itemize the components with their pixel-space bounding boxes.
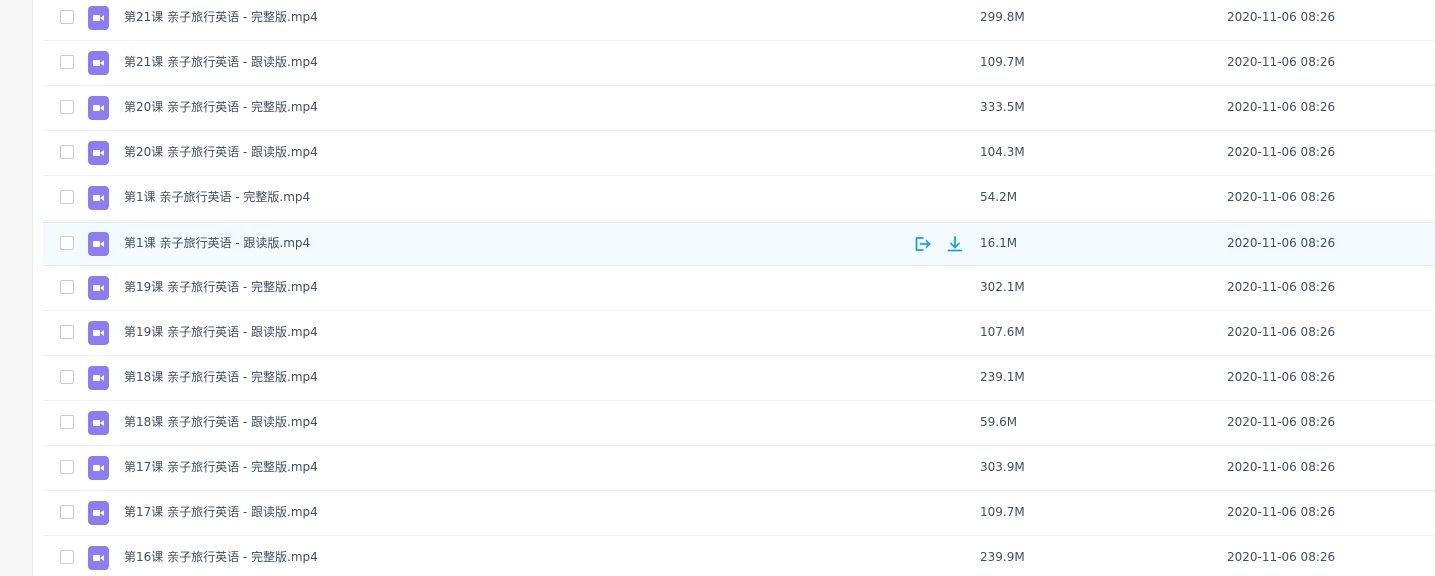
file-size: 107.6M — [980, 325, 1025, 339]
file-row[interactable]: 第17课 亲子旅行英语 - 完整版.mp4 303.9M 2020-11-06 08… — [43, 447, 1435, 491]
file-modified-date: 2020-11-06 08:26 — [1227, 236, 1336, 250]
file-size: 109.7M — [980, 505, 1025, 519]
row-checkbox[interactable] — [60, 415, 74, 429]
row-checkbox[interactable] — [60, 280, 74, 294]
file-row[interactable]: 第19课 亲子旅行英语 - 完整版.mp4 302.1M 2020-11-06 08… — [43, 267, 1435, 311]
row-checkbox[interactable] — [60, 10, 74, 24]
file-size: 302.1M — [980, 280, 1025, 294]
file-name[interactable]: 第20课 亲子旅行英语 - 完整版.mp4 — [124, 87, 318, 127]
file-name[interactable]: 第18课 亲子旅行英语 - 跟读版.mp4 — [124, 402, 318, 442]
video-file-icon — [88, 321, 109, 345]
file-row[interactable]: 第1课 亲子旅行英语 - 完整版.mp4 54.2M 2020-11-06 08:2… — [43, 177, 1435, 221]
file-name[interactable]: 第18课 亲子旅行英语 - 完整版.mp4 — [124, 357, 318, 397]
left-sidebar-rail — [0, 0, 33, 576]
file-list: 第21课 亲子旅行英语 - 完整版.mp4 299.8M 2020-11-06 08… — [43, 0, 1435, 576]
file-size: 54.2M — [980, 190, 1018, 204]
file-modified-date: 2020-11-06 08:26 — [1227, 10, 1336, 24]
share-icon[interactable] — [913, 235, 931, 253]
file-row[interactable]: 第21课 亲子旅行英语 - 完整版.mp4 299.8M 2020-11-06 08… — [43, 0, 1435, 41]
video-file-icon — [88, 546, 109, 570]
file-modified-date: 2020-11-06 08:26 — [1227, 280, 1336, 294]
file-row[interactable]: 第17课 亲子旅行英语 - 跟读版.mp4 109.7M 2020-11-06 08… — [43, 492, 1435, 536]
video-file-icon — [88, 96, 109, 120]
file-modified-date: 2020-11-06 08:26 — [1227, 415, 1336, 429]
file-name[interactable]: 第17课 亲子旅行英语 - 跟读版.mp4 — [124, 492, 318, 532]
file-name[interactable]: 第19课 亲子旅行英语 - 跟读版.mp4 — [124, 312, 318, 352]
video-file-icon — [88, 232, 109, 256]
file-row[interactable]: 第18课 亲子旅行英语 - 完整版.mp4 239.1M 2020-11-06 08… — [43, 357, 1435, 401]
file-size: 239.9M — [980, 550, 1025, 564]
file-name[interactable]: 第20课 亲子旅行英语 - 跟读版.mp4 — [124, 132, 318, 172]
file-size: 109.7M — [980, 55, 1025, 69]
file-row[interactable]: 第20课 亲子旅行英语 - 跟读版.mp4 104.3M 2020-11-06 08… — [43, 132, 1435, 176]
file-size: 104.3M — [980, 145, 1025, 159]
row-checkbox[interactable] — [60, 190, 74, 204]
file-name[interactable]: 第1课 亲子旅行英语 - 跟读版.mp4 — [124, 223, 310, 263]
file-row[interactable]: 第18课 亲子旅行英语 - 跟读版.mp4 59.6M 2020-11-06 08:… — [43, 402, 1435, 446]
file-modified-date: 2020-11-06 08:26 — [1227, 550, 1336, 564]
file-name[interactable]: 第17课 亲子旅行英语 - 完整版.mp4 — [124, 447, 318, 487]
file-modified-date: 2020-11-06 08:26 — [1227, 190, 1336, 204]
row-checkbox[interactable] — [60, 370, 74, 384]
row-checkbox[interactable] — [60, 145, 74, 159]
file-name[interactable]: 第1课 亲子旅行英语 - 完整版.mp4 — [124, 177, 310, 217]
video-file-icon — [88, 6, 109, 30]
file-size: 239.1M — [980, 370, 1025, 384]
row-checkbox[interactable] — [60, 236, 74, 250]
file-row[interactable]: 第16课 亲子旅行英语 - 完整版.mp4 239.9M 2020-11-06 08… — [43, 537, 1435, 576]
file-modified-date: 2020-11-06 08:26 — [1227, 325, 1336, 339]
file-modified-date: 2020-11-06 08:26 — [1227, 100, 1336, 114]
file-name[interactable]: 第19课 亲子旅行英语 - 完整版.mp4 — [124, 267, 318, 307]
row-checkbox[interactable] — [60, 100, 74, 114]
video-file-icon — [88, 501, 109, 525]
file-size: 16.1M — [980, 236, 1018, 250]
file-row[interactable]: 第19课 亲子旅行英语 - 跟读版.mp4 107.6M 2020-11-06 08… — [43, 312, 1435, 356]
row-checkbox[interactable] — [60, 325, 74, 339]
file-size: 303.9M — [980, 460, 1025, 474]
file-row[interactable]: 第1课 亲子旅行英语 - 跟读版.mp4 16.1M 2020-11-06 08:2… — [43, 222, 1435, 266]
file-name[interactable]: 第21课 亲子旅行英语 - 跟读版.mp4 — [124, 42, 318, 82]
row-checkbox[interactable] — [60, 55, 74, 69]
video-file-icon — [88, 276, 109, 300]
file-modified-date: 2020-11-06 08:26 — [1227, 55, 1336, 69]
file-modified-date: 2020-11-06 08:26 — [1227, 505, 1336, 519]
row-checkbox[interactable] — [60, 550, 74, 564]
video-file-icon — [88, 51, 109, 75]
file-modified-date: 2020-11-06 08:26 — [1227, 145, 1336, 159]
video-file-icon — [88, 456, 109, 480]
video-file-icon — [88, 141, 109, 165]
file-row[interactable]: 第20课 亲子旅行英语 - 完整版.mp4 333.5M 2020-11-06 08… — [43, 87, 1435, 131]
file-size: 59.6M — [980, 415, 1018, 429]
video-file-icon — [88, 411, 109, 435]
file-name[interactable]: 第21课 亲子旅行英语 - 完整版.mp4 — [124, 0, 318, 37]
row-checkbox[interactable] — [60, 505, 74, 519]
file-size: 299.8M — [980, 10, 1025, 24]
file-name[interactable]: 第16课 亲子旅行英语 - 完整版.mp4 — [124, 537, 318, 576]
file-modified-date: 2020-11-06 08:26 — [1227, 460, 1336, 474]
file-row[interactable]: 第21课 亲子旅行英语 - 跟读版.mp4 109.7M 2020-11-06 08… — [43, 42, 1435, 86]
video-file-icon — [88, 366, 109, 390]
download-icon[interactable] — [946, 235, 964, 253]
file-modified-date: 2020-11-06 08:26 — [1227, 370, 1336, 384]
video-file-icon — [88, 186, 109, 210]
file-size: 333.5M — [980, 100, 1025, 114]
row-checkbox[interactable] — [60, 460, 74, 474]
